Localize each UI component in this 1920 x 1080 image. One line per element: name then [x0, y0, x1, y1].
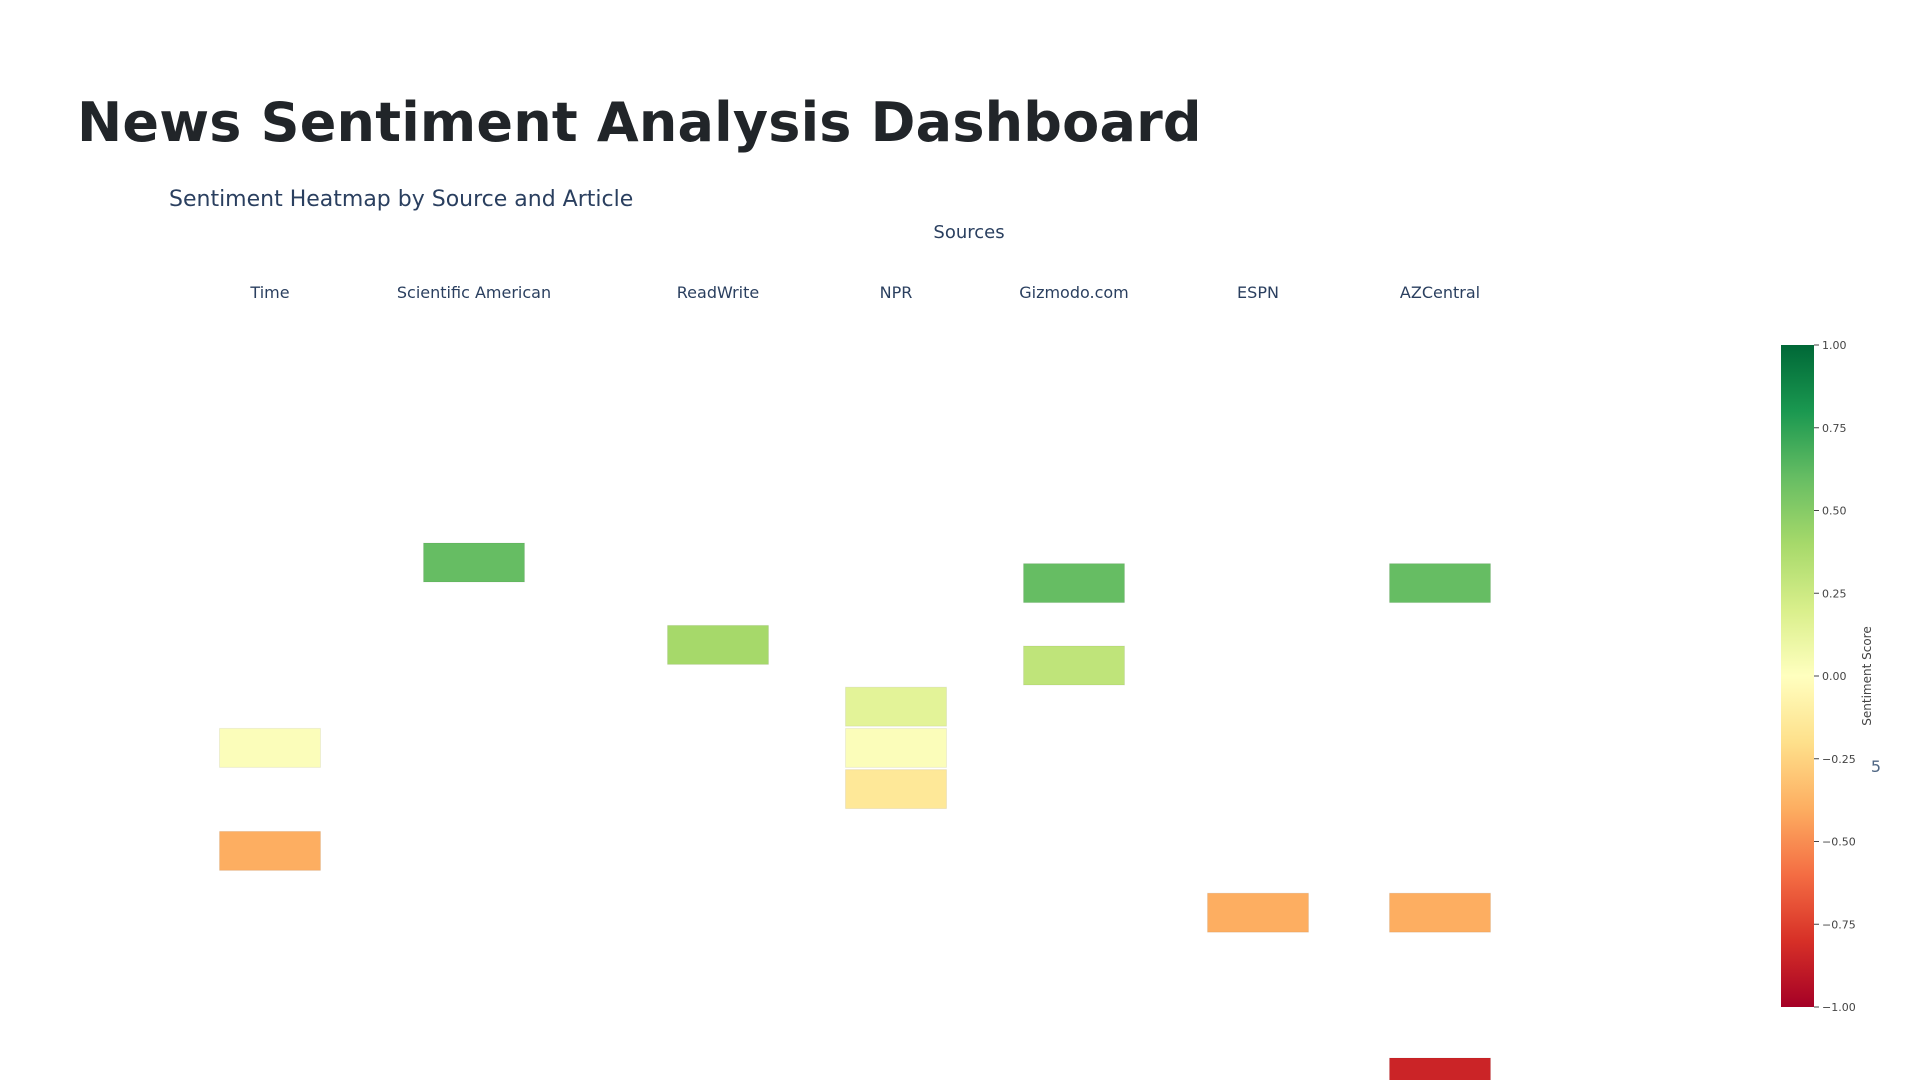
colorbar-tick-label: −1.00 — [1822, 1001, 1856, 1014]
heatmap-cell — [845, 727, 947, 768]
side-marker-label: 5 — [1871, 757, 1881, 776]
colorbar-tick-label: 0.00 — [1822, 670, 1847, 683]
x-tick-label: NPR — [880, 283, 913, 302]
heatmap-svg: Sentiment Heatmap by Source and Article … — [169, 187, 1881, 1080]
heatmap-cell — [667, 624, 769, 665]
heatmap-cell — [1389, 892, 1491, 933]
colorbar-title: Sentiment Score — [1860, 626, 1874, 725]
heatmap-cell — [1207, 892, 1309, 933]
sentiment-heatmap-chart: Sentiment Heatmap by Source and Article … — [0, 0, 1920, 1080]
x-tick-label: Gizmodo.com — [1019, 283, 1129, 302]
heatmap-cell — [219, 727, 321, 768]
heatmap-cell — [219, 830, 321, 871]
heatmap-cell — [1389, 563, 1491, 604]
colorbar-ticks: 1.00 0.75 0.50 0.25 0.00 −0.25 −0.50 −0.75 −1.00 — [1814, 339, 1856, 1014]
heatmap-cell — [845, 686, 947, 727]
x-tick-label: AZCentral — [1400, 283, 1480, 302]
colorbar-gradient — [1781, 345, 1814, 1007]
colorbar-tick-label: −0.50 — [1822, 836, 1856, 849]
colorbar: 1.00 0.75 0.50 0.25 0.00 −0.25 −0.50 −0.75 −1.00… — [1781, 339, 1874, 1014]
heatmap-cell — [423, 542, 525, 583]
heatmap-cell — [1023, 563, 1125, 604]
colorbar-tick-label: 0.50 — [1822, 505, 1847, 518]
x-tick-labels: Time Scientific American ReadWrite NPR Gizmo… — [249, 283, 1480, 302]
x-tick-label: Time — [249, 283, 289, 302]
heatmap-cell — [1389, 1057, 1491, 1080]
x-axis-title: Sources — [933, 222, 1004, 243]
chart-title: Sentiment Heatmap by Source and Article — [169, 187, 633, 212]
heatmap-cell — [1023, 645, 1125, 686]
colorbar-tick-label: −0.75 — [1822, 918, 1856, 931]
colorbar-tick-label: 0.25 — [1822, 587, 1847, 600]
colorbar-tick-label: −0.25 — [1822, 753, 1856, 766]
heatmap-cell — [845, 769, 947, 810]
colorbar-tick-label: 1.00 — [1822, 339, 1847, 352]
heatmap-cells — [219, 542, 1491, 1080]
x-tick-label: Scientific American — [397, 283, 551, 302]
x-tick-label: ESPN — [1237, 283, 1279, 302]
x-tick-label: ReadWrite — [677, 283, 759, 302]
colorbar-tick-label: 0.75 — [1822, 422, 1847, 435]
